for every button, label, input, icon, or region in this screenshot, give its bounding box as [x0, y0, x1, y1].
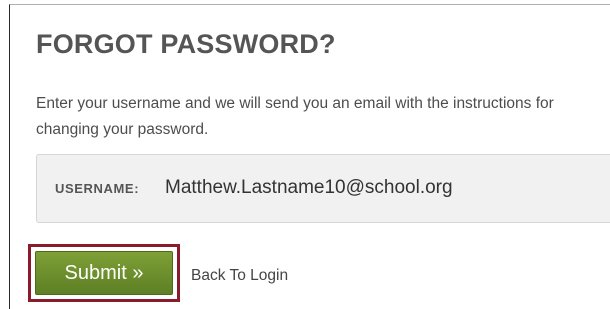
- username-field-group: USERNAME:: [36, 154, 610, 223]
- back-to-login-link[interactable]: Back To Login: [191, 267, 288, 285]
- submit-button[interactable]: Submit »: [35, 251, 173, 295]
- username-label: USERNAME:: [55, 181, 140, 196]
- page-title: FORGOT PASSWORD?: [36, 29, 336, 59]
- forgot-password-panel: FORGOT PASSWORD? Enter your username and…: [9, 4, 610, 309]
- username-input[interactable]: [165, 174, 605, 202]
- submit-highlight-frame: Submit »: [28, 244, 180, 302]
- instructions-text: Enter your username and we will send you…: [36, 95, 554, 138]
